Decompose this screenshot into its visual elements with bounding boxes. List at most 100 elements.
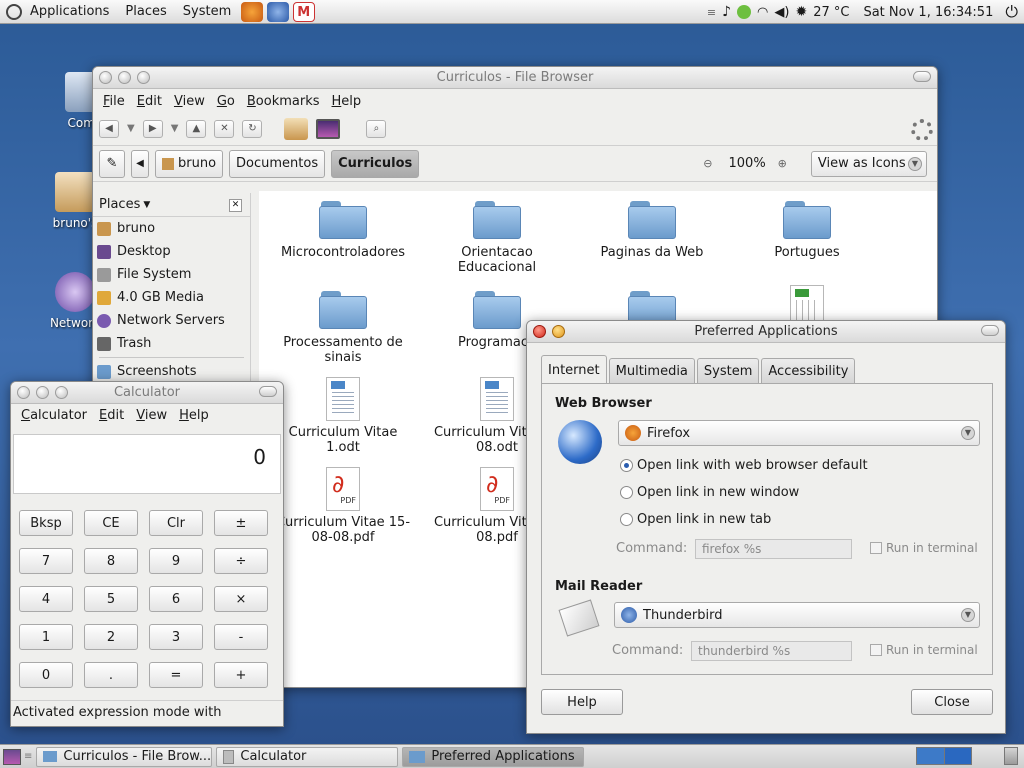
pdf-item[interactable]: ∂ PDF Curriculum Vitae 15-08-08.pdf (273, 467, 413, 545)
workspace-2[interactable] (944, 748, 971, 764)
computer-icon[interactable] (316, 118, 341, 139)
menu-view[interactable]: View (168, 94, 211, 109)
back-history-icon[interactable]: ▼ (127, 123, 135, 134)
key-8[interactable]: 8 (84, 548, 138, 574)
show-desktop-icon[interactable] (3, 748, 21, 765)
key-2[interactable]: 2 (84, 624, 138, 650)
sidebar-item-desktop[interactable]: Desktop (93, 240, 250, 263)
tab-internet[interactable]: Internet (541, 355, 607, 384)
key-9[interactable]: 9 (149, 548, 203, 574)
minimize-button[interactable] (552, 325, 565, 338)
mail-reader-select[interactable]: Thunderbird ▼ (614, 602, 980, 628)
maximize-button[interactable] (137, 71, 150, 84)
back-icon[interactable]: ◀ (99, 119, 119, 138)
sidebar-item-trash[interactable]: Trash (93, 332, 250, 355)
tab-multimedia[interactable]: Multimedia (608, 358, 695, 384)
power-icon[interactable]: ⏻ (1005, 2, 1018, 22)
firefox-launcher-icon[interactable] (241, 1, 264, 22)
key-3[interactable]: 3 (149, 624, 203, 650)
zoom-level[interactable]: 100% (729, 156, 766, 171)
key-decimal[interactable]: . (84, 662, 138, 688)
sidebar-item-network[interactable]: Network Servers (93, 309, 250, 332)
calculator-display[interactable]: 0 (13, 434, 281, 494)
workspace-switcher[interactable] (916, 747, 972, 765)
folder-item[interactable]: Paginas da Web (582, 201, 722, 260)
clock[interactable]: Sat Nov 1, 16:34:51 (863, 5, 993, 20)
view-mode-select[interactable]: View as Icons ▼ (810, 150, 927, 177)
folder-item[interactable]: Portugues (737, 201, 877, 260)
close-button[interactable]: Close (911, 689, 993, 715)
radio-default-browser[interactable]: Open link with web browser default (620, 458, 868, 473)
forward-icon[interactable]: ▶ (142, 119, 163, 138)
radio-button[interactable] (620, 513, 633, 526)
key-6[interactable]: 6 (149, 586, 203, 612)
breadcrumb-bruno[interactable]: bruno (155, 149, 224, 178)
sidebar-title[interactable]: Places (99, 197, 140, 212)
close-button[interactable] (533, 325, 546, 338)
gmail-launcher-icon[interactable]: M (293, 1, 316, 22)
file-browser-titlebar[interactable]: Curriculos - File Browser (93, 67, 937, 89)
menu-bookmarks[interactable]: Bookmarks (241, 94, 326, 109)
zoom-in-icon[interactable]: ⊕ (778, 157, 787, 170)
preferred-apps-titlebar[interactable]: Preferred Applications (527, 321, 1005, 343)
calculator-titlebar[interactable]: Calculator (11, 382, 283, 404)
key-equals[interactable]: = (149, 662, 203, 688)
sidebar-item-filesystem[interactable]: File System (93, 263, 250, 286)
radio-new-tab[interactable]: Open link in new tab (620, 512, 771, 527)
key-divide[interactable]: ÷ (214, 548, 268, 574)
volume-icon[interactable]: ◀) (774, 5, 789, 20)
system-menu[interactable]: System (175, 0, 239, 24)
forward-history-icon[interactable]: ▼ (171, 123, 179, 134)
menu-go[interactable]: Go (211, 94, 241, 109)
key-7[interactable]: 7 (19, 548, 73, 574)
close-button[interactable] (17, 386, 30, 399)
help-button[interactable]: Help (541, 689, 623, 715)
menu-edit[interactable]: Edit (93, 408, 130, 423)
key-subtract[interactable]: - (214, 624, 268, 650)
thunderbird-launcher-icon[interactable] (267, 1, 290, 22)
web-command-input[interactable]: firefox %s (695, 539, 852, 559)
web-browser-select[interactable]: Firefox ▼ (618, 420, 980, 446)
key-0[interactable]: 0 (19, 662, 73, 688)
sidebar-item-screenshots[interactable]: Screenshots (93, 360, 250, 383)
music-note-icon[interactable]: ♪ (722, 4, 731, 20)
weather-icon[interactable]: ✹ (795, 4, 807, 20)
maximize-button[interactable] (55, 386, 68, 399)
tab-system[interactable]: System (696, 358, 760, 384)
search-icon[interactable]: ⌕ (366, 119, 387, 138)
applications-menu[interactable]: Applications (22, 0, 117, 24)
folder-item[interactable]: Microcontroladores (273, 201, 413, 260)
breadcrumb-curriculos[interactable]: Curriculos (331, 149, 420, 178)
key-4[interactable]: 4 (19, 586, 73, 612)
up-icon[interactable]: ▲ (186, 119, 207, 138)
menu-help[interactable]: Help (173, 408, 215, 423)
task-preferred-apps[interactable]: Preferred Applications (402, 746, 585, 767)
menu-file[interactable]: File (97, 94, 131, 109)
wifi-icon[interactable]: ◠ (757, 5, 768, 20)
web-run-terminal[interactable]: Run in terminal (870, 541, 978, 555)
reload-icon[interactable]: ↻ (242, 119, 263, 138)
checkbox[interactable] (870, 542, 882, 554)
window-list-icon[interactable]: ≡ (707, 6, 716, 19)
key-5[interactable]: 5 (84, 586, 138, 612)
menu-help[interactable]: Help (326, 94, 368, 109)
key-plus-minus[interactable]: ± (214, 510, 268, 536)
stop-icon[interactable]: ✕ (214, 119, 235, 138)
minimize-button[interactable] (36, 386, 49, 399)
breadcrumb-left-icon[interactable]: ◀ (131, 149, 149, 178)
menu-view[interactable]: View (130, 408, 173, 423)
task-calculator[interactable]: Calculator (216, 746, 399, 767)
checkbox[interactable] (870, 644, 882, 656)
sidebar-item-media[interactable]: 4.0 GB Media (93, 286, 250, 309)
mail-command-input[interactable]: thunderbird %s (691, 641, 852, 661)
shade-button[interactable] (913, 71, 931, 82)
mail-run-terminal[interactable]: Run in terminal (870, 643, 978, 657)
task-file-browser[interactable]: Curriculos - File Brow... (36, 746, 213, 767)
places-menu[interactable]: Places (117, 0, 174, 24)
shade-button[interactable] (259, 386, 277, 397)
chevron-down-icon[interactable]: ▼ (143, 200, 150, 210)
sidebar-item-bruno[interactable]: bruno (93, 217, 250, 240)
key-1[interactable]: 1 (19, 624, 73, 650)
tab-accessibility[interactable]: Accessibility (761, 358, 856, 384)
trash-applet-icon[interactable] (1004, 747, 1018, 765)
